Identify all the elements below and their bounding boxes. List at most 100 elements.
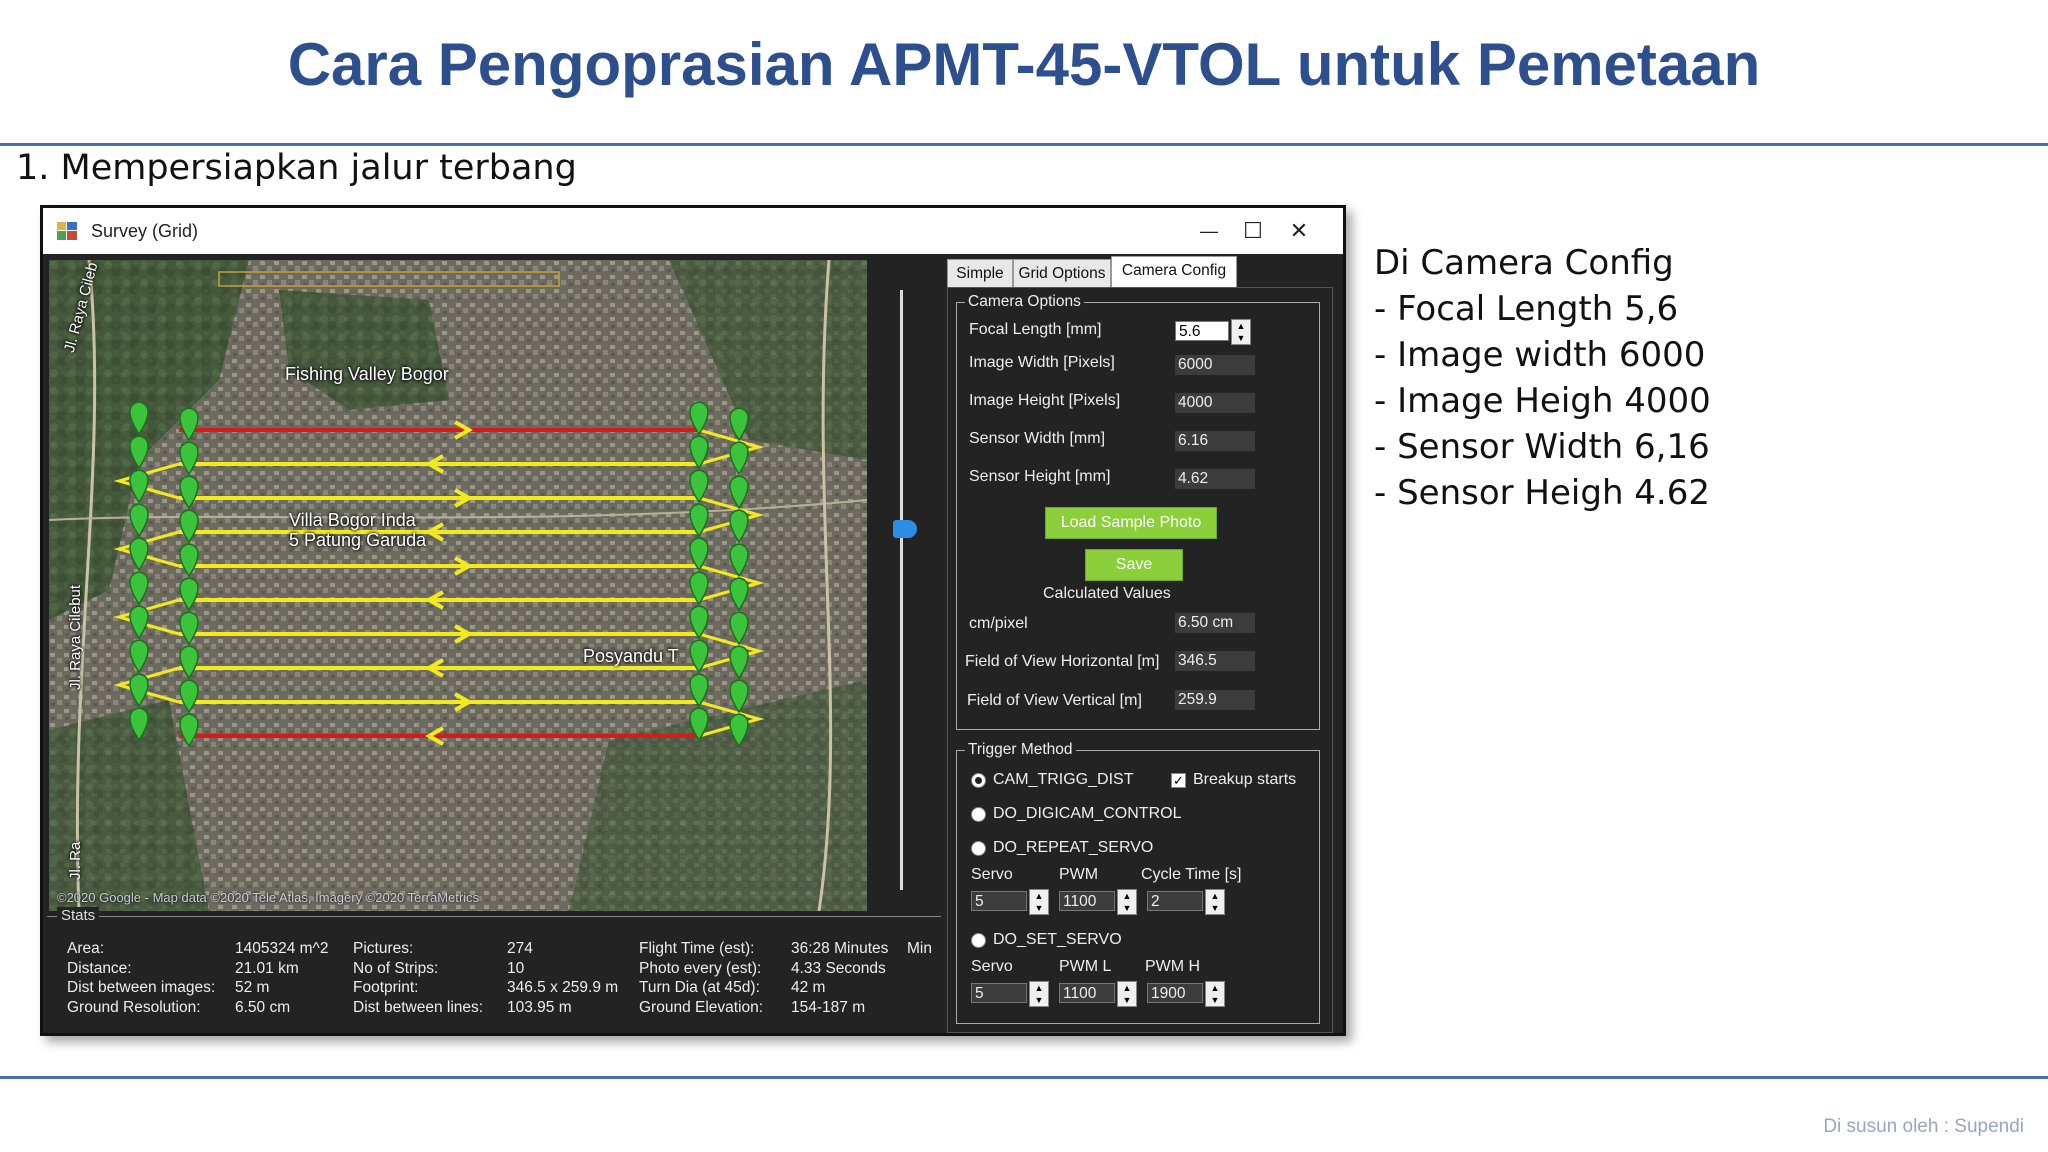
window-title: Survey (Grid) [91,221,199,241]
map-canvas[interactable] [49,260,867,911]
tab-grid-options[interactable]: Grid Options [1013,259,1111,289]
stats-legend: Stats [57,907,100,924]
sensor-width-label: Sensor Width [mm] [969,430,1106,447]
stat-label: Flight Time (est): [639,940,755,957]
stat-label: No of Strips: [353,959,439,977]
zoom-slider[interactable] [878,260,928,910]
stat-label: Dist between lines: [353,998,484,1016]
pwm-l-stepper[interactable]: ▲ ▼ [1117,981,1137,1007]
stats-col2-labels: Pictures: No of Strips: Footprint: Dist … [353,939,483,1017]
map-label-fishing: Fishing Valley Bogor [285,364,449,384]
window-titlebar[interactable]: Survey (Grid) — ☐ ✕ [43,208,1343,254]
stats-panel: Stats Area: Distance: Dist between image… [47,907,941,1032]
pwm-h-input[interactable]: 1900 [1147,983,1203,1003]
do-repeat-servo-radio[interactable] [971,841,986,856]
stat-value: 10 [507,959,525,977]
servo-input[interactable]: 5 [971,891,1027,911]
stat-value: 42 m [791,979,826,996]
stat-label: Pictures: [353,940,414,957]
stats-col4: Min [907,939,932,959]
map-label-posyandu: Posyandu T [583,646,679,666]
cycle-time-input[interactable]: 2 [1147,891,1203,911]
title-divider [0,143,2048,146]
cycle-time-stepper[interactable]: ▲ ▼ [1205,889,1225,915]
map-label-garuda: 5 Patung Garuda [289,530,427,550]
stats-col3-labels: Flight Time (est): Photo every (est): Tu… [639,939,763,1017]
cycle-time-label: Cycle Time [s] [1141,866,1242,883]
stats-col2-values: 274 10 346.5 x 259.9 m 103.95 m [507,939,618,1017]
step-heading: 1. Mempersiapkan jalur terbang [16,148,577,188]
tab-camera-config[interactable]: Camera Config [1111,256,1237,289]
sensor-height-input[interactable]: 4.62 [1175,469,1255,489]
pwm-l-label: PWM L [1059,958,1112,975]
breakup-starts-checkbox[interactable]: ✓ [1171,773,1186,788]
stat-label: Ground Resolution: [67,998,201,1016]
image-height-label: Image Height [Pixels] [969,392,1121,409]
sensor-height-label: Sensor Height [mm] [969,468,1111,485]
stat-value: 346.5 x 259.9 m [507,979,619,996]
calculated-values-label: Calculated Values [1043,585,1171,602]
stat-value: 103.95 m [507,998,572,1016]
pwm-label: PWM [1059,866,1099,883]
cm-pixel-label: cm/pixel [969,615,1028,632]
stats-col1-values: 1405324 m^2 21.01 km 52 m 6.50 cm [235,939,328,1017]
camera-config-panel: Camera Options Focal Length [mm] 5.6 ▲ ▼ … [947,287,1333,1033]
cam-trigg-dist-label: CAM_TRIGG_DIST [993,771,1134,788]
map-view[interactable]: Fishing Valley Bogor Villa Bogor Inda 5 … [49,260,867,911]
stat-value: 274 [507,940,533,957]
servo-stepper[interactable]: ▲ ▼ [1029,889,1049,915]
cam-trigg-dist-radio[interactable] [971,773,986,788]
stats-col3-values: 36:28 Minutes 4.33 Seconds 42 m 154-187 … [791,939,888,1017]
slide-title: Cara Pengoprasian APMT-45-VTOL untuk Pem… [287,31,1761,98]
pwm-h-label: PWM H [1145,958,1201,975]
stat-unit: Min [907,940,932,957]
zoom-slider-thumb[interactable] [893,520,917,538]
trigger-method-legend: Trigger Method [965,741,1076,759]
stat-label: Distance: [67,959,132,977]
map-label-road3: Jl. Ra [67,841,84,880]
save-button[interactable]: Save [1085,549,1183,581]
tab-simple[interactable]: Simple [947,259,1013,289]
focal-length-input[interactable]: 5.6 [1175,321,1229,341]
fov-horizontal-value: 346.5 [1175,651,1255,671]
zoom-slider-track [900,290,903,890]
image-height-input[interactable]: 4000 [1175,393,1255,413]
stat-label: Turn Dia (at 45d): [639,979,760,996]
note-line: - Image width 6000 [1374,335,1706,375]
stat-label: Photo every (est): [639,959,762,977]
survey-grid-window: Survey (Grid) — ☐ ✕ Fishing Valley Bogor… [40,205,1346,1036]
servo-label: Servo [971,866,1013,883]
fov-horizontal-label: Field of View Horizontal [m] [965,653,1160,670]
window-client: Fishing Valley Bogor Villa Bogor Inda 5 … [43,254,1343,1033]
stat-value: 21.01 km [235,959,299,977]
fov-vertical-value: 259.9 [1175,690,1255,710]
camera-options-group: Camera Options Focal Length [mm] 5.6 ▲ ▼ … [956,293,1320,730]
do-digicam-control-label: DO_DIGICAM_CONTROL [993,805,1182,822]
author-credit: Di susun oleh : Supendi [1823,1116,2024,1137]
stats-col1-labels: Area: Distance: Dist between images: Gro… [67,939,215,1017]
do-set-servo-radio[interactable] [971,933,986,948]
map-copyright: ©2020 Google - Map data ©2020 Tele Atlas… [57,890,480,905]
pwm-h-stepper[interactable]: ▲ ▼ [1205,981,1225,1007]
image-width-input[interactable]: 6000 [1175,355,1255,375]
stat-value: 6.50 cm [235,998,291,1016]
do-set-servo-label: DO_SET_SERVO [993,931,1122,948]
pwm-stepper[interactable]: ▲ ▼ [1117,889,1137,915]
pwm-input[interactable]: 1100 [1059,891,1115,911]
sensor-width-input[interactable]: 6.16 [1175,431,1255,451]
close-button[interactable]: ✕ [1271,214,1327,248]
do-digicam-control-radio[interactable] [971,807,986,822]
camera-options-legend: Camera Options [965,293,1084,311]
focal-length-stepper[interactable]: ▲ ▼ [1231,319,1251,345]
pwm-l-input[interactable]: 1100 [1059,983,1115,1003]
note-line: - Sensor Heigh 4.62 [1374,473,1710,513]
servo2-stepper[interactable]: ▲ ▼ [1029,981,1049,1007]
servo2-input[interactable]: 5 [971,983,1027,1003]
note-line: - Focal Length 5,6 [1374,289,1679,329]
breakup-starts-label: Breakup starts [1193,771,1297,788]
load-sample-photo-button[interactable]: Load Sample Photo [1045,507,1217,539]
note-line: - Sensor Width 6,16 [1374,427,1710,467]
app-icon [57,222,77,240]
note-line: Di Camera Config [1374,243,1674,283]
stat-label: Footprint: [353,979,419,996]
